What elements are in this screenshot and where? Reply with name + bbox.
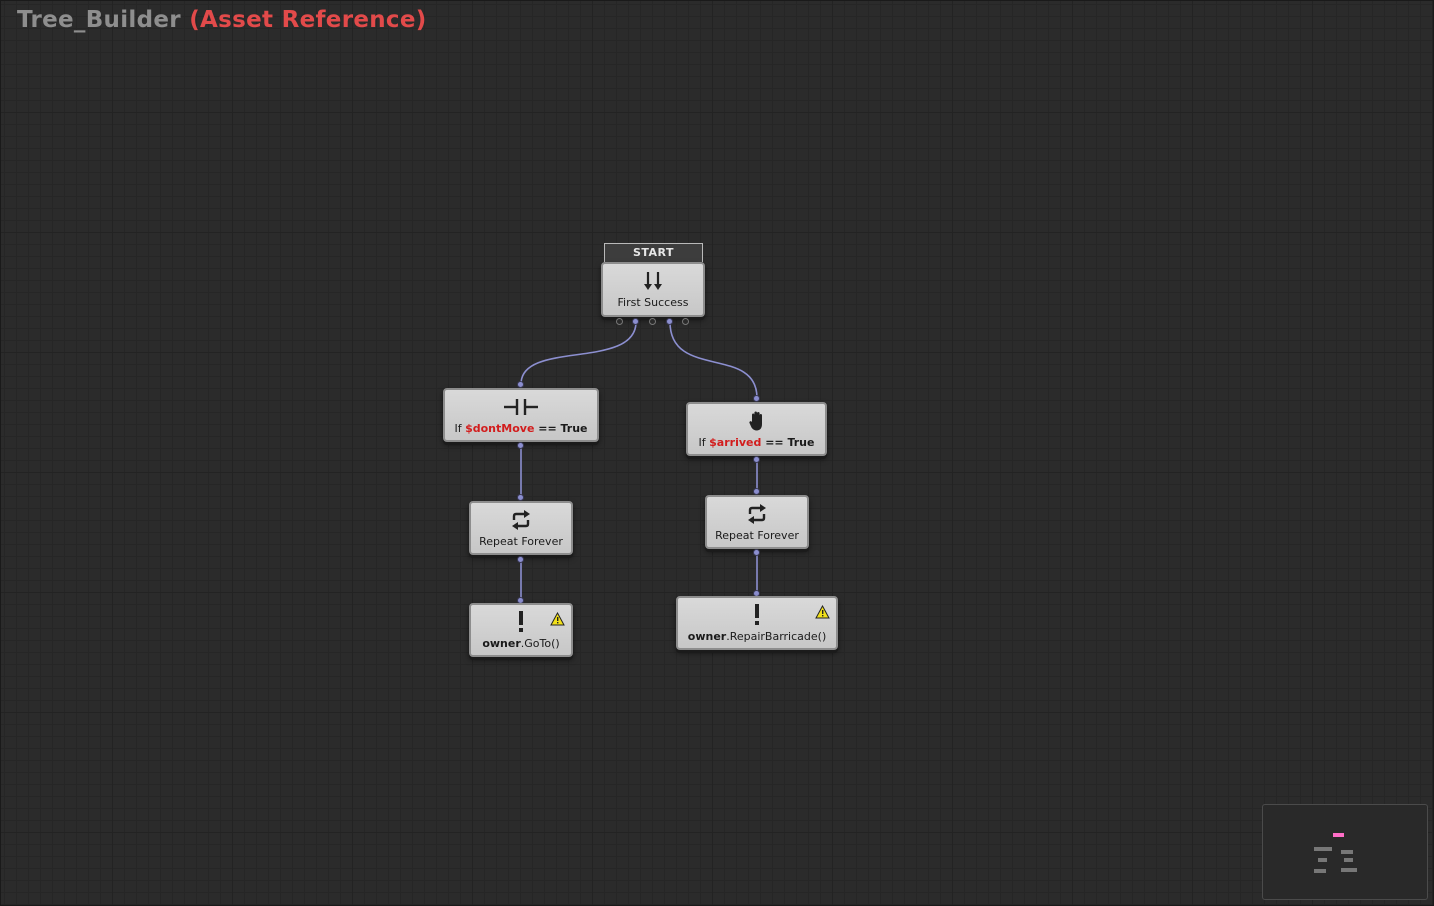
variable-name: $dontMove — [465, 422, 535, 435]
warning-icon — [550, 611, 565, 630]
first-success-icon — [603, 268, 703, 294]
node-label: Repeat Forever — [479, 535, 563, 548]
minimap-node — [1341, 850, 1353, 854]
output-port[interactable] — [649, 318, 656, 325]
condition-node-arrived[interactable]: If $arrived == True — [686, 402, 827, 456]
repeat-forever-node-left[interactable]: Repeat Forever — [469, 501, 573, 555]
action-node-repair-barricade[interactable]: owner.RepairBarricade() — [676, 596, 838, 650]
action-label: owner.RepairBarricade() — [687, 630, 827, 643]
action-label: owner.GoTo() — [482, 637, 560, 650]
exclamation-icon — [678, 602, 836, 628]
repeat-icon — [471, 507, 571, 533]
minimap[interactable] — [1262, 804, 1428, 900]
condition-pause-icon — [445, 394, 597, 420]
node-label: Repeat Forever — [715, 529, 799, 542]
output-port[interactable] — [753, 549, 760, 556]
output-port[interactable] — [753, 456, 760, 463]
minimap-node — [1314, 847, 1332, 851]
hand-icon — [688, 408, 825, 434]
link-root-to-left-condition — [520, 321, 637, 385]
output-port[interactable] — [616, 318, 623, 325]
minimap-root-marker — [1333, 833, 1344, 837]
output-port[interactable] — [632, 318, 639, 325]
action-node-goto[interactable]: owner.GoTo() — [469, 603, 573, 657]
minimap-node — [1314, 869, 1326, 873]
output-port[interactable] — [517, 556, 524, 563]
warning-icon — [815, 604, 830, 623]
start-tag: START — [604, 243, 703, 262]
node-label: First Success — [617, 296, 689, 309]
input-port[interactable] — [753, 395, 760, 402]
condition-node-dont-move[interactable]: If $dontMove == True — [443, 388, 599, 442]
first-success-node[interactable]: First Success — [601, 262, 705, 317]
output-port[interactable] — [682, 318, 689, 325]
condition-label: If $dontMove == True — [454, 422, 588, 435]
repeat-forever-node-right[interactable]: Repeat Forever — [705, 495, 809, 549]
input-port[interactable] — [753, 488, 760, 495]
output-port[interactable] — [666, 318, 673, 325]
condition-label: If $arrived == True — [698, 436, 815, 449]
input-port[interactable] — [517, 494, 524, 501]
output-port[interactable] — [517, 442, 524, 449]
input-port[interactable] — [517, 381, 524, 388]
minimap-node — [1341, 868, 1357, 872]
minimap-node — [1344, 858, 1353, 862]
minimap-node — [1318, 858, 1327, 862]
variable-name: $arrived — [709, 436, 762, 449]
repeat-icon — [707, 501, 807, 527]
link-root-to-right-condition — [669, 321, 758, 399]
